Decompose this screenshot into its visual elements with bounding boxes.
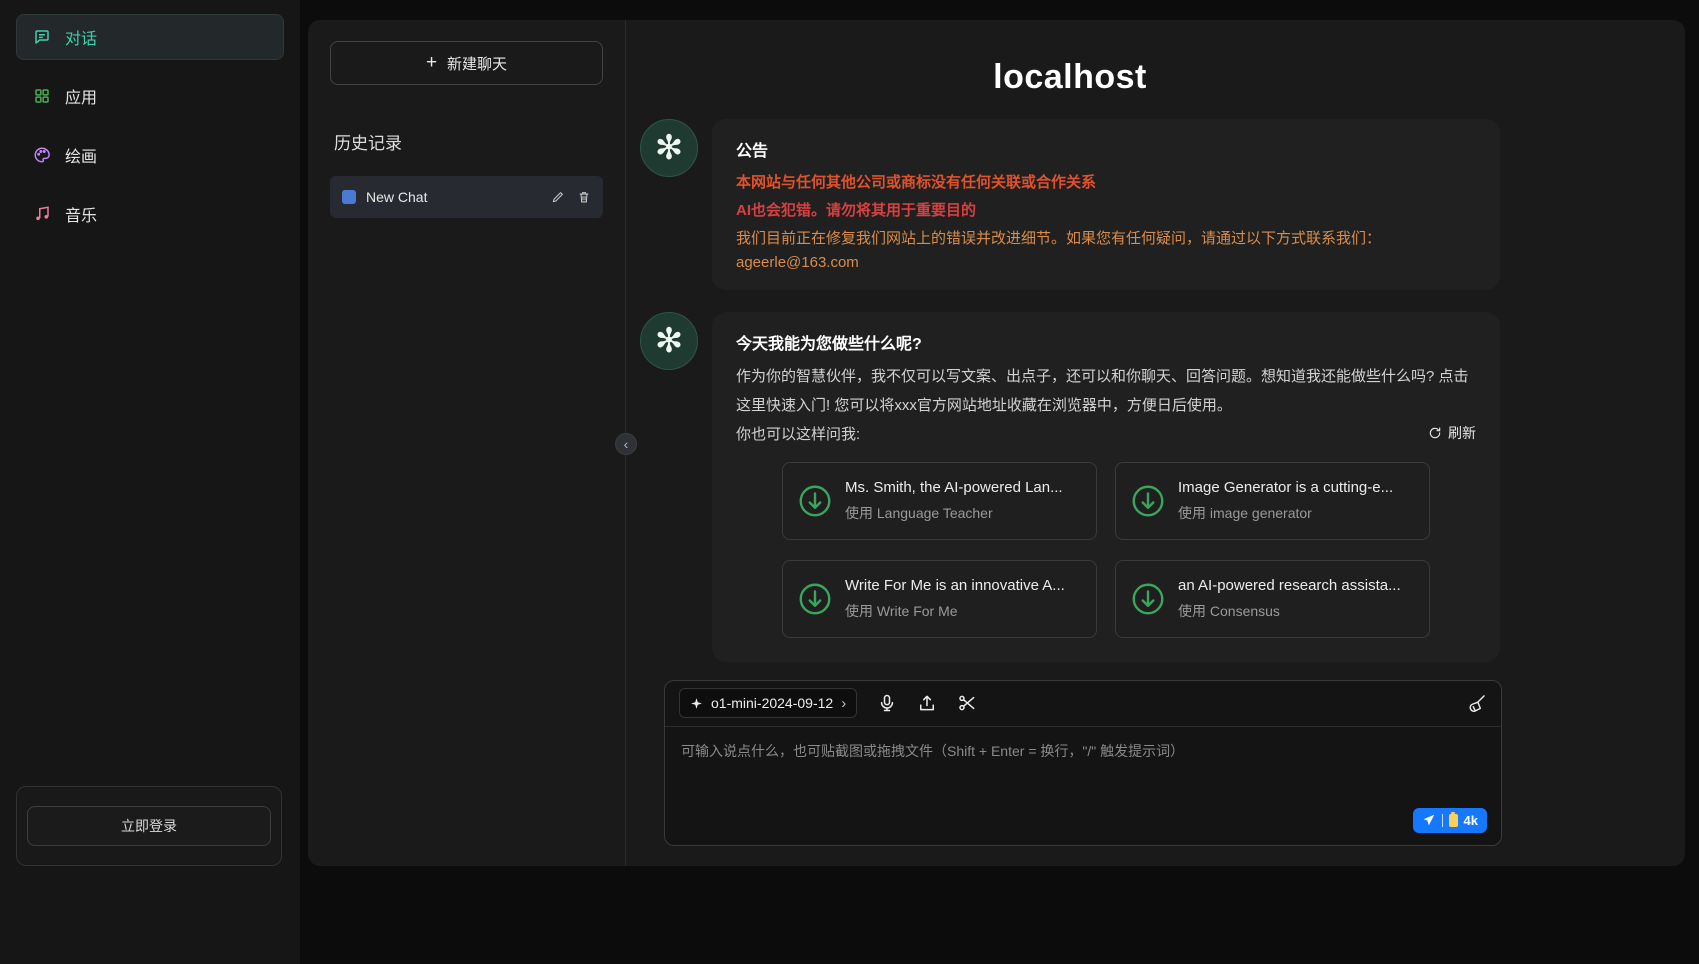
suggestion-title: Write For Me is an innovative A... — [845, 577, 1065, 594]
message-input[interactable] — [665, 727, 1501, 803]
history-title: 历史记录 — [334, 129, 603, 154]
chat-main: localhost ✻ 公告 本网站与任何其他公司或商标没有任何关联或合作关系 … — [626, 20, 1685, 866]
suggestion-subtitle: 使用 image generator — [1178, 503, 1393, 523]
ask-hint-text: 你也可以这样问我: — [736, 423, 860, 444]
suggestion-subtitle: 使用 Consensus — [1178, 601, 1401, 621]
welcome-title: 今天我能为您做些什么呢? — [736, 330, 1476, 354]
model-label: o1-mini-2024-09-12 — [711, 695, 833, 711]
login-button[interactable]: 立即登录 — [27, 806, 271, 846]
announcement-line-3: 我们目前正在修复我们网站上的错误并改进细节。如果您有任何疑问，请通过以下方式联系… — [736, 227, 1476, 248]
sidebar: 对话 应用 绘画 音乐 立即登录 — [0, 0, 300, 964]
announcement-card: 公告 本网站与任何其他公司或商标没有任何关联或合作关系 AI也会犯错。请勿将其用… — [712, 119, 1500, 290]
sidebar-item-label: 应用 — [65, 84, 97, 108]
gpt-arrow-down-icon — [1130, 483, 1166, 519]
app: 对话 应用 绘画 音乐 立即登录 — [0, 0, 1699, 964]
chat-list-pane: + 新建聊天 历史记录 New Chat — [308, 20, 626, 866]
suggestion-subtitle: 使用 Write For Me — [845, 601, 1065, 621]
music-note-icon — [33, 205, 51, 223]
gpt-arrow-down-icon — [797, 483, 833, 519]
assistant-avatar-icon: ✻ — [640, 312, 698, 370]
send-button[interactable]: 4k — [1413, 808, 1487, 833]
chat-item-actions — [551, 190, 591, 204]
gpt-arrow-down-icon — [1130, 581, 1166, 617]
contact-email-link[interactable]: ageerle@163.com — [736, 254, 859, 271]
suggestion-text: an AI-powered research assista... 使用 Con… — [1178, 577, 1401, 621]
chevron-left-icon: ‹ — [624, 437, 629, 451]
composer-input-area: 4k — [665, 727, 1501, 845]
refresh-label: 刷新 — [1448, 423, 1476, 443]
chat-item-title: New Chat — [366, 189, 541, 205]
sparkle-icon — [690, 697, 703, 710]
sidebar-nav: 对话 应用 绘画 音乐 — [16, 14, 284, 237]
badge-divider — [1442, 814, 1443, 827]
paper-plane-icon — [1422, 813, 1436, 827]
suggestion-card[interactable]: Ms. Smith, the AI-powered Lan... 使用 Lang… — [782, 462, 1097, 540]
suggestion-title: an AI-powered research assista... — [1178, 577, 1401, 594]
sidebar-item-music[interactable]: 音乐 — [16, 191, 284, 237]
token-count: 4k — [1464, 813, 1478, 828]
suggestion-card[interactable]: Write For Me is an innovative A... 使用 Wr… — [782, 560, 1097, 638]
suggestion-title: Ms. Smith, the AI-powered Lan... — [845, 479, 1063, 496]
refresh-suggestions-button[interactable]: 刷新 — [1428, 423, 1476, 443]
token-battery-icon — [1449, 814, 1458, 827]
sidebar-item-label: 绘画 — [65, 143, 97, 167]
page-title: localhost — [640, 58, 1500, 97]
chat-list-item[interactable]: New Chat — [330, 176, 603, 218]
sidebar-item-label: 音乐 — [65, 202, 97, 226]
model-selector[interactable]: o1-mini-2024-09-12 › — [679, 688, 857, 718]
assistant-avatar-icon: ✻ — [640, 119, 698, 177]
composer-toolbar: o1-mini-2024-09-12 › — [665, 681, 1501, 727]
sidebar-item-chat[interactable]: 对话 — [16, 14, 284, 60]
login-panel: 立即登录 — [16, 786, 282, 866]
clear-context-broom-button[interactable] — [1467, 693, 1487, 713]
suggestion-card[interactable]: Image Generator is a cutting-e... 使用 ima… — [1115, 462, 1430, 540]
chat-item-icon — [342, 190, 356, 204]
sidebar-item-paint[interactable]: 绘画 — [16, 132, 284, 178]
welcome-body: 作为你的智慧伙伴，我不仅可以写文案、出点子，还可以和你聊天、回答问题。想知道我还… — [736, 362, 1476, 421]
gpt-arrow-down-icon — [797, 581, 833, 617]
announcement-line-1: 本网站与任何其他公司或商标没有任何关联或合作关系 — [736, 171, 1476, 192]
announcement-title: 公告 — [736, 137, 1476, 161]
assistant-message-welcome: ✻ 今天我能为您做些什么呢? 作为你的智慧伙伴，我不仅可以写文案、出点子，还可以… — [640, 312, 1500, 662]
chevron-right-icon: › — [841, 695, 846, 712]
microphone-button[interactable] — [877, 693, 897, 713]
composer: o1-mini-2024-09-12 › — [664, 680, 1502, 846]
announcement-line-2: AI也会犯错。请勿将其用于重要目的 — [736, 199, 1476, 220]
chat-bubble-icon — [33, 28, 51, 46]
content-panel: + 新建聊天 历史记录 New Chat ‹ — [308, 20, 1685, 866]
upload-button[interactable] — [917, 693, 937, 713]
suggestion-text: Write For Me is an innovative A... 使用 Wr… — [845, 577, 1065, 621]
welcome-card: 今天我能为您做些什么呢? 作为你的智慧伙伴，我不仅可以写文案、出点子，还可以和你… — [712, 312, 1500, 662]
new-chat-button[interactable]: + 新建聊天 — [330, 41, 603, 85]
suggestion-card[interactable]: an AI-powered research assista... 使用 Con… — [1115, 560, 1430, 638]
refresh-icon — [1428, 426, 1442, 440]
delete-icon[interactable] — [577, 190, 591, 204]
suggestion-grid: Ms. Smith, the AI-powered Lan... 使用 Lang… — [782, 462, 1430, 638]
new-chat-label: 新建聊天 — [447, 53, 507, 74]
suggestion-text: Ms. Smith, the AI-powered Lan... 使用 Lang… — [845, 479, 1063, 523]
palette-icon — [33, 146, 51, 164]
apps-grid-icon — [33, 87, 51, 105]
suggestion-title: Image Generator is a cutting-e... — [1178, 479, 1393, 496]
sidebar-item-label: 对话 — [65, 25, 97, 49]
assistant-message-announcement: ✻ 公告 本网站与任何其他公司或商标没有任何关联或合作关系 AI也会犯错。请勿将… — [640, 119, 1500, 290]
plus-icon: + — [426, 52, 437, 74]
sidebar-item-apps[interactable]: 应用 — [16, 73, 284, 119]
suggestion-text: Image Generator is a cutting-e... 使用 ima… — [1178, 479, 1393, 523]
collapse-sidebar-button[interactable]: ‹ — [615, 433, 637, 455]
edit-icon[interactable] — [551, 190, 565, 204]
suggestion-subtitle: 使用 Language Teacher — [845, 503, 1063, 523]
screenshot-scissors-button[interactable] — [957, 693, 977, 713]
chat-content: localhost ✻ 公告 本网站与任何其他公司或商标没有任何关联或合作关系 … — [640, 58, 1500, 846]
ask-hint-row: 你也可以这样问我: 刷新 — [736, 423, 1476, 444]
